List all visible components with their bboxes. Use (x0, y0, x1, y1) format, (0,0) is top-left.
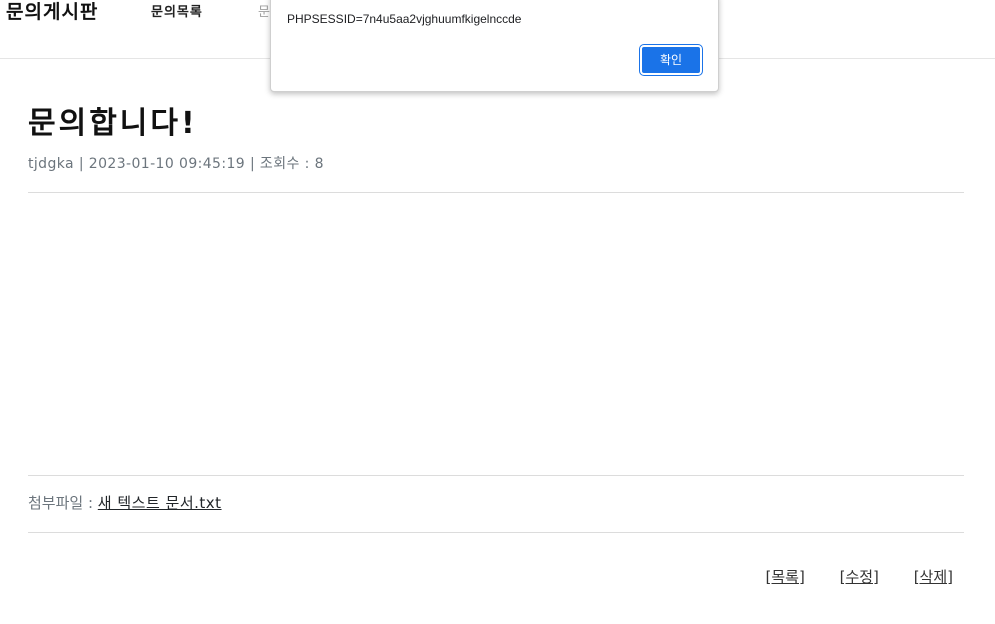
delete-button[interactable]: [삭제] (914, 568, 953, 586)
post-actions: [목록] [수정] [삭제] (736, 566, 954, 588)
post-body (28, 205, 964, 460)
divider-top (28, 192, 964, 193)
attachment-row: 첨부파일 : 새 텍스트 문서.txt (28, 492, 222, 514)
attachment-label: 첨부파일 : (28, 494, 98, 512)
divider-middle (28, 475, 964, 476)
nav-link-inquiry-write[interactable]: 문 (258, 4, 270, 22)
alert-message: PHPSESSID=7n4u5aa2vjghuumfkigelnccde (287, 12, 522, 26)
post-meta: tjdgka | 2023-01-10 09:45:19 | 조회수 : 8 (28, 156, 324, 172)
page: 문의게시판 문의목록 문 문의합니다! tjdgka | 2023-01-10 … (0, 0, 995, 624)
alert-dialog: PHPSESSID=7n4u5aa2vjghuumfkigelnccde 확인 (270, 0, 719, 92)
divider-bottom (28, 532, 964, 533)
site-brand[interactable]: 문의게시판 (6, 0, 98, 24)
edit-button[interactable]: [수정] (840, 568, 879, 586)
nav-link-inquiry-list[interactable]: 문의목록 (151, 4, 203, 22)
attachment-file-link[interactable]: 새 텍스트 문서.txt (98, 494, 222, 512)
alert-ok-button[interactable]: 확인 (639, 44, 703, 76)
list-button[interactable]: [목록] (766, 568, 805, 586)
post-title: 문의합니다! (28, 106, 198, 141)
